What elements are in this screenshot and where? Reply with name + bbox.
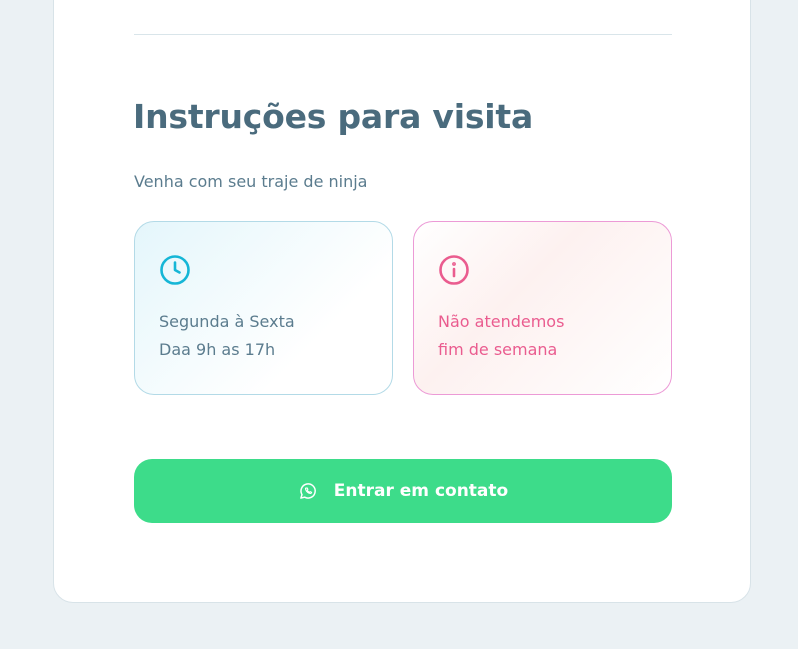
info-icon	[439, 255, 469, 285]
opening-days: Segunda à Sexta	[159, 312, 295, 331]
contact-button[interactable]: Entrar em contato	[134, 459, 672, 523]
weekend-notice-text: Não atendemos fim de semana	[438, 308, 564, 364]
weekend-notice-line-1: Não atendemos	[438, 312, 565, 331]
weekend-notice-line-2: fim de semana	[438, 340, 558, 359]
section-divider	[134, 34, 672, 35]
section-subtitle: Venha com seu traje de ninja	[134, 172, 368, 191]
contact-button-label: Entrar em contato	[333, 481, 509, 501]
opening-time: Daa 9h as 17h	[159, 340, 276, 359]
opening-hours-box: Segunda à Sexta Daa 9h as 17h	[134, 221, 393, 395]
whatsapp-icon	[299, 483, 316, 499]
weekend-notice-box: Não atendemos fim de semana	[413, 221, 672, 395]
clock-icon	[160, 255, 190, 285]
section-title: Instruções para visita	[133, 97, 534, 136]
opening-hours-text: Segunda à Sexta Daa 9h as 17h	[159, 308, 295, 364]
